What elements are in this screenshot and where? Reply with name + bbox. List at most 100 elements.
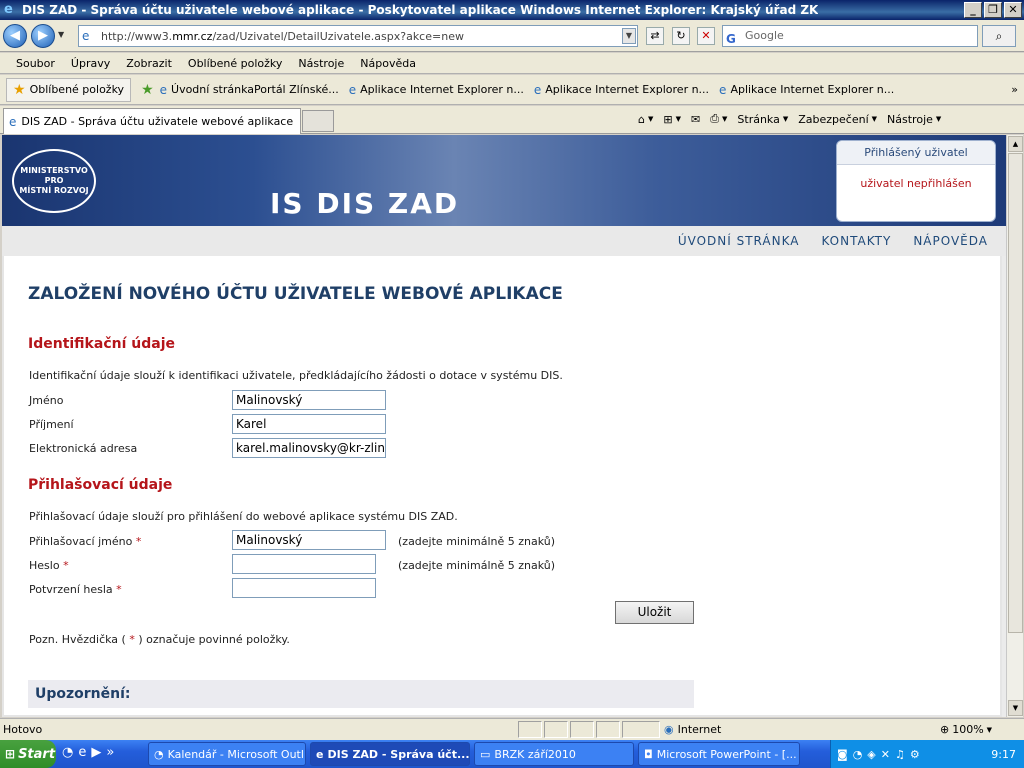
ie-page-icon: e xyxy=(348,82,357,97)
scroll-up-icon[interactable]: ▲ xyxy=(1008,136,1023,152)
menu-favorites[interactable]: Oblíbené položky xyxy=(180,57,291,70)
banner-title: IS DIS ZAD xyxy=(270,187,460,220)
tray-icon[interactable]: ⚙ xyxy=(910,748,920,761)
status-text: Hotovo xyxy=(3,723,43,736)
favorites-button[interactable]: ★ Oblíbené položky xyxy=(6,77,132,102)
tray-icon[interactable]: ◈ xyxy=(867,748,875,761)
zone-label: Internet xyxy=(677,723,722,736)
task-label: Microsoft PowerPoint - [... xyxy=(656,747,797,761)
task-outlook[interactable]: ◔ Kalendář - Microsoft Outl... xyxy=(148,742,306,766)
calendar-icon: ◔ xyxy=(154,747,164,761)
tools-menu-button[interactable]: Nástroje ▼ xyxy=(887,113,941,126)
favorite-link[interactable]: e Aplikace Internet Explorer n... xyxy=(349,83,524,97)
password-input[interactable] xyxy=(232,554,376,574)
address-input[interactable]: e http://www3.mmr.cz/zad/Uzivatel/Detail… xyxy=(78,25,638,47)
minimize-button[interactable]: _ xyxy=(964,2,982,18)
favorites-more-button[interactable]: » xyxy=(1011,83,1018,96)
password-confirm-input[interactable] xyxy=(232,578,376,598)
safety-menu-button[interactable]: Zabezpečení ▼ xyxy=(798,113,877,126)
back-arrow-icon: ◀ xyxy=(10,28,20,43)
powerpoint-icon: ◘ xyxy=(644,747,653,761)
window-controls: _ ❐ ✕ xyxy=(964,2,1022,18)
scroll-down-icon[interactable]: ▼ xyxy=(1008,700,1023,716)
ministry-logo[interactable]: MINISTERSTVO PRO MÍSTNÍ ROZVOJ xyxy=(12,149,96,213)
close-button[interactable]: ✕ xyxy=(1004,2,1022,18)
status-cell xyxy=(570,721,594,738)
clock[interactable]: 9:17 xyxy=(991,748,1016,761)
security-zone[interactable]: ◉ Internet xyxy=(664,723,721,736)
tray-icon[interactable]: ◔ xyxy=(853,748,863,761)
restore-button[interactable]: ❐ xyxy=(984,2,1002,18)
favorite-link-label: Aplikace Internet Explorer n... xyxy=(545,83,710,96)
favorite-link-label: Úvodní stránkaPortál Zlínské... xyxy=(171,83,339,96)
address-dropdown-icon[interactable]: ▼ xyxy=(622,28,636,44)
email-input[interactable]: karel.malinovsky@kr-zlins xyxy=(232,438,386,458)
compatibility-icon[interactable]: ⇄ xyxy=(646,27,664,45)
mail-button[interactable]: ✉ xyxy=(691,113,700,126)
star-icon: ★ xyxy=(13,81,26,98)
username-label: Přihlašovací jméno * xyxy=(29,535,141,548)
status-bar: Hotovo ◉ Internet ⊕ 100% ▼ xyxy=(0,718,1024,740)
search-input[interactable]: G Google xyxy=(722,25,978,47)
task-powerpoint[interactable]: ◘ Microsoft PowerPoint - [... xyxy=(638,742,800,766)
home-button[interactable]: ⌂ ▼ xyxy=(638,113,653,126)
menu-edit[interactable]: Úpravy xyxy=(63,57,118,70)
tray-icon[interactable]: ◙ xyxy=(837,748,848,761)
scrollbar-thumb[interactable] xyxy=(1008,153,1023,633)
outlook-icon[interactable]: ◔ xyxy=(62,745,73,760)
favorite-link[interactable]: e Aplikace Internet Explorer n... xyxy=(534,83,709,97)
ie-page-icon: e xyxy=(719,82,727,97)
logged-user-heading: Přihlášený uživatel xyxy=(837,141,995,165)
print-button[interactable]: ⎙ ▼ xyxy=(710,112,727,126)
nav-home-link[interactable]: ÚVODNÍ STRÁNKA xyxy=(678,234,800,248)
last-name-input[interactable]: Karel xyxy=(232,414,386,434)
tray-icon[interactable]: ♫ xyxy=(895,748,905,761)
menu-help[interactable]: Nápověda xyxy=(352,57,424,70)
recent-pages-dropdown-icon[interactable]: ▼ xyxy=(58,30,64,39)
start-button[interactable]: ⊞ Start xyxy=(0,740,56,768)
page-viewport: MINISTERSTVO PRO MÍSTNÍ ROZVOJ IS DIS ZA… xyxy=(2,135,1006,717)
nav-contacts-link[interactable]: KONTAKTY xyxy=(821,234,891,248)
tray-icon[interactable]: ✕ xyxy=(881,748,890,761)
task-folder[interactable]: ▭ BRZK září2010 xyxy=(474,742,634,766)
new-tab-button[interactable] xyxy=(302,110,334,132)
favorite-link[interactable]: e Úvodní stránkaPortál Zlínské... xyxy=(160,83,339,97)
zoom-control[interactable]: ⊕ 100% ▼ xyxy=(940,723,992,736)
stop-icon[interactable]: ✕ xyxy=(697,27,715,45)
page-menu-label: Stránka xyxy=(737,112,780,126)
search-button[interactable]: ⌕ xyxy=(982,25,1016,47)
vertical-scrollbar[interactable]: ▲ ▼ xyxy=(1006,135,1023,717)
save-button[interactable]: Uložit xyxy=(615,601,694,624)
first-name-input[interactable]: Malinovský xyxy=(232,390,386,410)
window-title: DIS ZAD - Správa účtu uživatele webové a… xyxy=(22,3,819,17)
task-label: BRZK září2010 xyxy=(494,747,576,761)
ie-logo-icon: e xyxy=(4,2,13,17)
dropdown-arrow-icon: ▼ xyxy=(986,725,993,734)
favorites-label: Oblíbené položky xyxy=(29,83,125,96)
menu-tools[interactable]: Nástroje xyxy=(290,57,352,70)
page-title: ZALOŽENÍ NOVÉHO ÚČTU UŽIVATELE WEBOVÉ AP… xyxy=(28,284,563,304)
quick-launch-more-icon[interactable]: » xyxy=(106,745,114,760)
task-ie-dis-zad[interactable]: e DIS ZAD - Správa účt... xyxy=(310,742,470,766)
logo-line: PRO xyxy=(44,176,64,185)
menu-file[interactable]: Soubor xyxy=(8,57,63,70)
window-title-bar[interactable]: e DIS ZAD - Správa účtu uživatele webové… xyxy=(0,0,1024,20)
nav-help-link[interactable]: NÁPOVĚDA xyxy=(913,234,988,248)
menu-view[interactable]: Zobrazit xyxy=(118,57,180,70)
required-mark: * xyxy=(135,535,142,548)
favorite-link[interactable]: e Aplikace Internet Explorer n... xyxy=(719,83,894,97)
add-favorite-icon[interactable]: ★ xyxy=(141,82,154,98)
username-input[interactable]: Malinovský xyxy=(232,530,386,550)
feeds-button[interactable]: ⊞ ▼ xyxy=(663,113,681,126)
logo-line: MÍSTNÍ ROZVOJ xyxy=(19,186,89,195)
ie-icon[interactable]: e xyxy=(78,745,86,760)
refresh-icon[interactable]: ↻ xyxy=(672,27,690,45)
tab-dis-zad[interactable]: e DIS ZAD - Správa účtu uživatele webové… xyxy=(3,108,301,134)
login-description: Přihlašovací údaje slouží pro přihlášení… xyxy=(29,510,458,523)
page-menu-button[interactable]: Stránka ▼ xyxy=(737,113,788,126)
forward-button[interactable]: ▶ xyxy=(31,24,55,48)
back-button[interactable]: ◀ xyxy=(3,24,27,48)
media-player-icon[interactable]: ▶ xyxy=(91,745,101,760)
identification-heading: Identifikační údaje xyxy=(28,336,175,352)
print-icon: ⎙ xyxy=(710,112,720,125)
